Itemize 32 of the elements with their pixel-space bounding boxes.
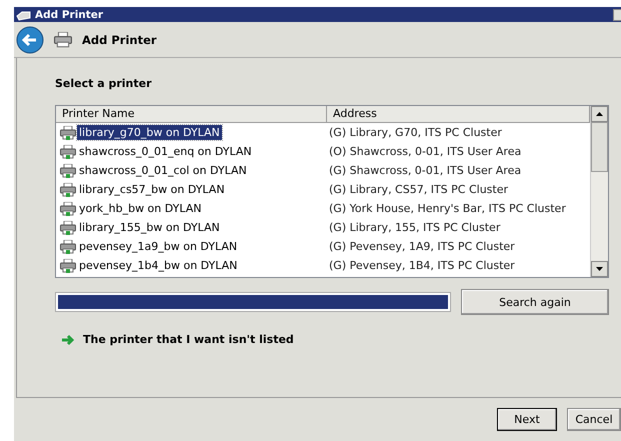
printer-name[interactable]: shawcross_0_01_enq on DYLAN	[77, 144, 254, 159]
printer-address: (G) Library, G70, ITS PC Cluster	[328, 126, 502, 139]
printer-name[interactable]: library_cs57_bw on DYLAN	[77, 182, 227, 197]
search-again-button[interactable]: Search again	[461, 289, 609, 315]
printer-address: (O) Shawcross, 0-01, ITS User Area	[328, 145, 522, 158]
wizard-button[interactable]: Next	[497, 408, 557, 431]
arrow-icon	[61, 334, 75, 346]
section-title: Select a printer	[55, 77, 152, 90]
scrollbar-thumb[interactable]	[591, 122, 608, 172]
printer-address: (G) Library, 155, ITS PC Cluster	[328, 221, 500, 234]
printer-address: (G) Library, CS57, ITS PC Cluster	[328, 183, 508, 196]
printer-name[interactable]: pevensey_1b4_bw on DYLAN	[77, 258, 240, 273]
printer-address: (G) Pevensey, 1B4, ITS PC Cluster	[328, 259, 515, 272]
wizard-button[interactable]: Cancel	[567, 408, 621, 431]
scroll-up-button[interactable]	[591, 106, 608, 122]
printer-name[interactable]: york_hb_bw on DYLAN	[77, 201, 204, 216]
printer-name[interactable]: library_g70_bw on DYLAN	[77, 125, 222, 140]
window-title: Add Printer	[35, 8, 104, 20]
printer-address: (G) Pevensey, 1A9, ITS PC Cluster	[328, 240, 515, 253]
scroll-down-button[interactable]	[591, 261, 608, 277]
printer-name[interactable]: pevensey_1a9_bw on DYLAN	[77, 239, 240, 254]
up-arrow-icon	[596, 112, 603, 116]
printer-address: (G) Shawcross, 0-01, ITS User Area	[328, 164, 522, 177]
printer-name[interactable]: shawcross_0_01_col on DYLAN	[77, 163, 249, 178]
printer-not-listed-link[interactable]: The printer that I want isn't listed	[83, 333, 294, 346]
column-header[interactable]: Printer Name	[56, 106, 327, 122]
back-button[interactable]	[16, 26, 44, 54]
down-arrow-icon	[596, 267, 603, 271]
header-title: Add Printer	[82, 32, 157, 46]
printer-address: (G) York House, Henry's Bar, ITS PC Cluster	[328, 202, 566, 215]
close-button[interactable]	[613, 8, 621, 20]
printer-name[interactable]: library_155_bw on DYLAN	[77, 220, 222, 235]
